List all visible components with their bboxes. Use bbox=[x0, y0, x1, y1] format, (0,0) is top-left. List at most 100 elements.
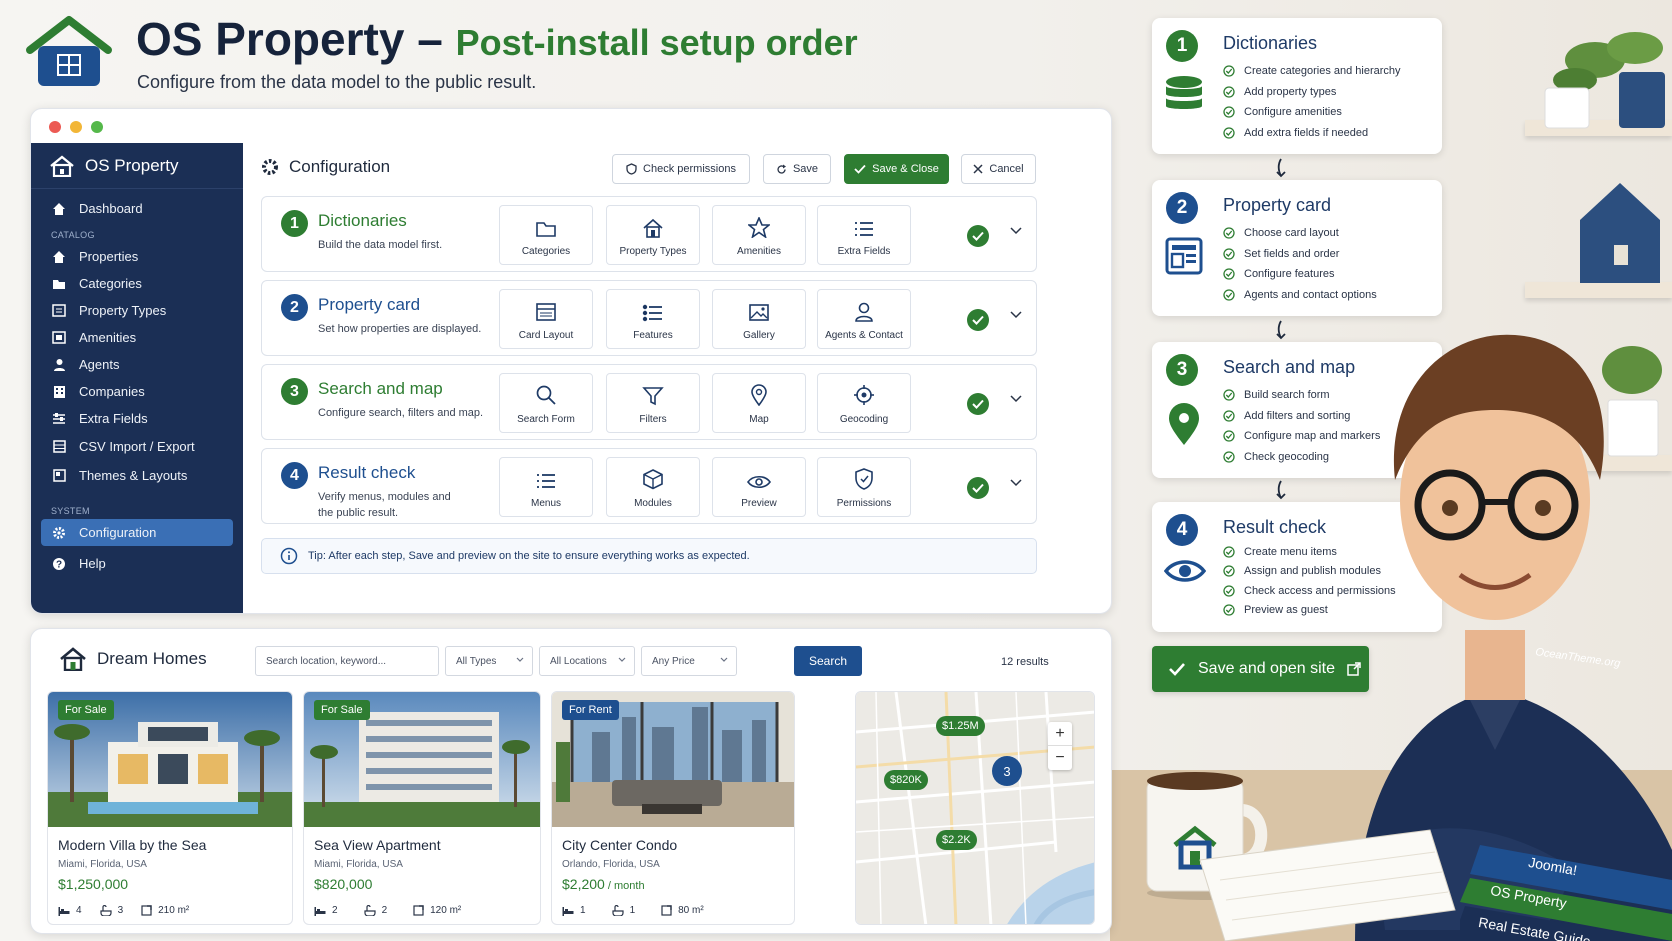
tile-agents-contact[interactable]: Agents & Contact bbox=[817, 289, 911, 349]
listing-title: Sea View Apartment bbox=[314, 837, 441, 853]
house-icon bbox=[50, 154, 74, 177]
tile-gallery[interactable]: Gallery bbox=[712, 289, 806, 349]
sidebar-brand[interactable]: OS Property bbox=[31, 143, 243, 189]
sidebar-item-companies[interactable]: Companies bbox=[31, 378, 243, 405]
sliders-icon bbox=[51, 411, 67, 427]
checklist-item: Configure amenities bbox=[1223, 102, 1401, 123]
save-close-button[interactable]: Save & Close bbox=[844, 154, 949, 184]
arrow-down-icon bbox=[1276, 320, 1286, 340]
tile-map[interactable]: Map bbox=[712, 373, 806, 433]
sidebar-section-catalog: CATALOG bbox=[51, 230, 95, 240]
close-dot[interactable] bbox=[49, 121, 61, 133]
select-value: All Locations bbox=[550, 655, 607, 667]
listing-card[interactable]: For Sale Sea View Apartment Miami, Flori… bbox=[303, 691, 541, 925]
check-circle-icon bbox=[1223, 546, 1235, 558]
zoom-in-button[interactable]: + bbox=[1048, 722, 1072, 746]
tile-preview[interactable]: Preview bbox=[712, 457, 806, 517]
price-value: $2,200 bbox=[562, 876, 605, 892]
price-select[interactable]: Any Price bbox=[641, 646, 737, 676]
sidebar-item-categories[interactable]: Categories bbox=[31, 270, 243, 297]
save-button[interactable]: Save bbox=[763, 154, 831, 184]
listings-map[interactable]: $1.25M $820K 3 $2.2K + − bbox=[855, 691, 1095, 925]
listing-card[interactable]: For Rent City Center Condo Orlando, Flor… bbox=[551, 691, 795, 925]
check-circle-icon bbox=[1223, 86, 1235, 98]
tile-geocoding[interactable]: Geocoding bbox=[817, 373, 911, 433]
tile-modules[interactable]: Modules bbox=[606, 457, 700, 517]
check-permissions-button[interactable]: Check permissions bbox=[612, 154, 750, 184]
sidebar-item-property-types[interactable]: Property Types bbox=[31, 297, 243, 324]
chevron-down-icon bbox=[618, 657, 626, 662]
cube-icon bbox=[643, 469, 663, 490]
bath-icon bbox=[611, 905, 624, 916]
sidebar-item-dashboard[interactable]: Dashboard bbox=[31, 195, 243, 222]
house-model-decoration bbox=[1580, 183, 1660, 283]
house-logo-icon bbox=[26, 16, 112, 86]
tile-search-form[interactable]: Search Form bbox=[499, 373, 593, 433]
chevron-down-icon[interactable] bbox=[1010, 395, 1022, 403]
checklist-item: Set fields and order bbox=[1223, 244, 1377, 265]
chevron-down-icon[interactable] bbox=[1010, 227, 1022, 235]
area-value: 210 m² bbox=[158, 905, 190, 916]
tile-card-layout[interactable]: Card Layout bbox=[499, 289, 593, 349]
check-circle-icon bbox=[1223, 127, 1235, 139]
listing-features: 2 2 120 m² bbox=[314, 905, 461, 916]
location-select[interactable]: All Locations bbox=[539, 646, 635, 676]
zoom-out-button[interactable]: − bbox=[1048, 746, 1072, 770]
cancel-button[interactable]: Cancel bbox=[961, 154, 1036, 184]
dream-homes-panel: Dream Homes Search location, keyword... … bbox=[30, 628, 1112, 934]
area-value: 80 m² bbox=[678, 905, 704, 916]
sidebar-item-configuration[interactable]: Configuration bbox=[41, 519, 233, 546]
checklist-text: Configure amenities bbox=[1244, 106, 1342, 119]
admin-window: OS Property Dashboard CATALOG Properties… bbox=[30, 108, 1112, 614]
sidebar-item-properties[interactable]: Properties bbox=[31, 243, 243, 270]
checklist-text: Choose card layout bbox=[1244, 227, 1339, 240]
sidebar: OS Property Dashboard CATALOG Properties… bbox=[31, 143, 243, 613]
sidebar-item-themes-layouts[interactable]: Themes & Layouts bbox=[31, 461, 243, 490]
home-icon bbox=[643, 218, 663, 238]
check-icon bbox=[854, 164, 866, 174]
tile-features[interactable]: Features bbox=[606, 289, 700, 349]
tile-filters[interactable]: Filters bbox=[606, 373, 700, 433]
tile-categories[interactable]: Categories bbox=[499, 205, 593, 265]
sidebar-item-label: CSV Import / Export bbox=[79, 439, 195, 454]
search-input[interactable]: Search location, keyword... bbox=[255, 646, 439, 676]
checklist-text: Configure features bbox=[1244, 268, 1335, 281]
sidebar-item-agents[interactable]: Agents bbox=[31, 351, 243, 378]
search-button[interactable]: Search bbox=[794, 646, 862, 676]
listing-price: $820,000 bbox=[314, 876, 372, 892]
home-icon bbox=[51, 249, 67, 265]
step-number-badge: 1 bbox=[1166, 30, 1198, 62]
tile-label: Card Layout bbox=[518, 330, 574, 341]
chevron-down-icon[interactable] bbox=[1010, 479, 1022, 487]
minimize-dot[interactable] bbox=[70, 121, 82, 133]
tile-amenities[interactable]: Amenities bbox=[712, 205, 806, 265]
guide-step-property-card: 2 Property card Choose card layout Set f… bbox=[1152, 180, 1442, 316]
tile-extra-fields[interactable]: Extra Fields bbox=[817, 205, 911, 265]
checklist-text: Add extra fields if needed bbox=[1244, 126, 1369, 139]
map-price-pin[interactable]: $2.2K bbox=[936, 830, 977, 850]
sidebar-item-extra-fields[interactable]: Extra Fields bbox=[31, 405, 243, 432]
sidebar-item-amenities[interactable]: Amenities bbox=[31, 324, 243, 351]
sidebar-item-help[interactable]: ? Help bbox=[31, 550, 243, 577]
sidebar-item-csv-import-export[interactable]: CSV Import / Export bbox=[31, 432, 243, 461]
listing-card[interactable]: For Sale Modern Villa by the Sea Miami, … bbox=[47, 691, 293, 925]
tile-permissions[interactable]: Permissions bbox=[817, 457, 911, 517]
page-title-main: OS Property bbox=[136, 13, 405, 65]
map-cluster-pin[interactable]: 3 bbox=[992, 756, 1022, 786]
step-title: Result check bbox=[318, 463, 416, 482]
baths-count: 1 bbox=[629, 905, 636, 916]
tile-property-types[interactable]: Property Types bbox=[606, 205, 700, 265]
tile-menus[interactable]: Menus bbox=[499, 457, 593, 517]
type-select[interactable]: All Types bbox=[445, 646, 533, 676]
map-price-pin[interactable]: $1.25M bbox=[936, 716, 985, 736]
step-title: Property card bbox=[318, 295, 421, 314]
map-price-pin[interactable]: $820K bbox=[884, 770, 928, 790]
tile-label: Search Form bbox=[517, 414, 575, 425]
maximize-dot[interactable] bbox=[91, 121, 103, 133]
eye-icon bbox=[747, 475, 771, 489]
layout-card-icon bbox=[1165, 237, 1203, 275]
image-icon bbox=[749, 304, 769, 321]
sidebar-item-label: Properties bbox=[79, 249, 139, 264]
chevron-down-icon[interactable] bbox=[1010, 311, 1022, 319]
checklist-item: Choose card layout bbox=[1223, 223, 1377, 244]
